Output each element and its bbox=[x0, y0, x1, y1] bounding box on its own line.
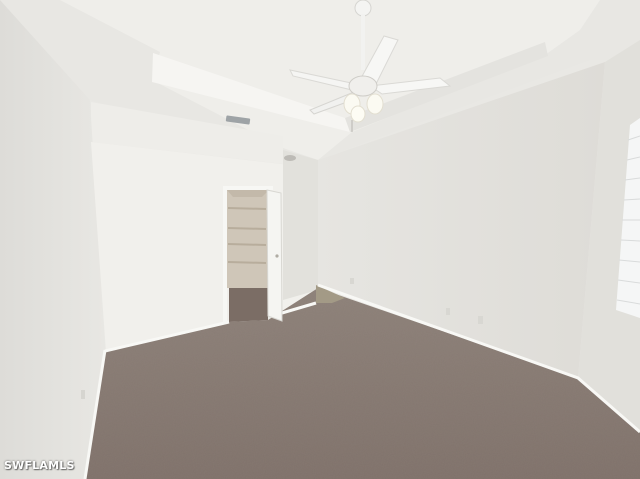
closet-opening bbox=[227, 190, 269, 288]
door-knob[interactable] bbox=[275, 254, 279, 258]
room-photo: SWFLAMLS bbox=[0, 0, 640, 479]
back-wall-segment bbox=[283, 150, 318, 300]
closet-floor bbox=[229, 284, 268, 322]
room-illustration bbox=[0, 0, 640, 479]
watermark-text: SWFLAMLS bbox=[4, 459, 75, 472]
smoke-detector-icon bbox=[284, 155, 296, 161]
closet-door[interactable] bbox=[266, 189, 283, 322]
outlet-icon bbox=[81, 390, 85, 399]
